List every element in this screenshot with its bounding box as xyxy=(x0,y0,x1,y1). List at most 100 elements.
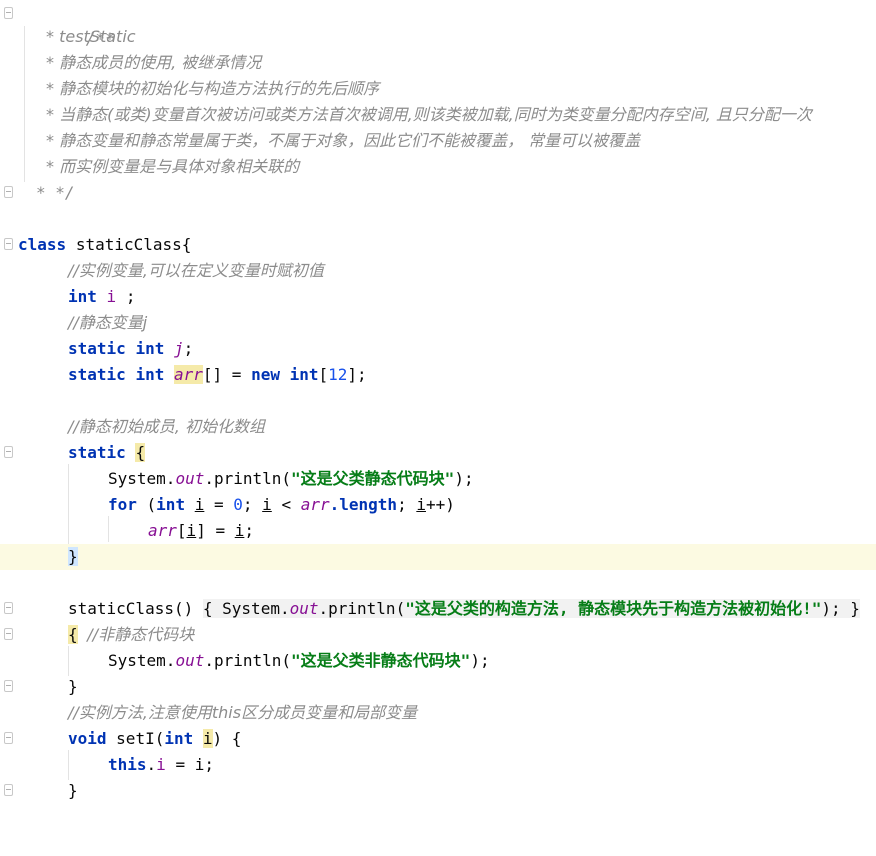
code-line[interactable]: } xyxy=(0,778,876,804)
code-editor[interactable]: /** * testStatic * 静态成员的使用, 被继承情况 * 静态模块… xyxy=(0,0,876,804)
code-text: .println( xyxy=(204,469,292,488)
code-line[interactable]: System.out.println("这是父类静态代码块"); xyxy=(0,466,876,492)
code-line[interactable]: * 当静态(或类)变量首次被访问或类方法首次被调用,则该类被加载,同时为类变量分… xyxy=(0,102,876,128)
keyword: int xyxy=(164,729,194,748)
code-line[interactable]: } xyxy=(0,674,876,700)
line-comment: //实例变量,可以在定义变量时赋初值 xyxy=(68,261,324,280)
keyword: class xyxy=(18,235,67,254)
code-text: ); xyxy=(470,651,490,670)
code-text: . xyxy=(146,755,157,774)
code-line[interactable]: /** xyxy=(0,0,876,48)
code-line[interactable]: int i ; xyxy=(0,284,876,310)
close-brace: } xyxy=(68,781,78,800)
semicolon: ; xyxy=(125,287,136,306)
field-arr: arr xyxy=(173,365,203,384)
string-literal: "这是父类非静态代码块" xyxy=(291,651,471,670)
code-line[interactable]: System.out.println("这是父类非静态代码块"); xyxy=(0,648,876,674)
code-line[interactable]: //静态初始成员, 初始化数组 xyxy=(0,414,876,440)
code-text: ]; xyxy=(347,365,367,384)
code-line[interactable]: static int arr[] = new int[12]; xyxy=(0,362,876,388)
code-line[interactable]: staticClass() { System.out.println("这是父类… xyxy=(0,596,876,622)
doc-comment-line: * 静态模块的初始化与构造方法执行的先后顺序 xyxy=(46,79,380,98)
semicolon: ; xyxy=(244,521,254,540)
number-literal: 0 xyxy=(233,495,243,514)
code-text: = xyxy=(165,755,195,774)
close-brace: } xyxy=(68,547,78,566)
keyword: this xyxy=(108,755,147,774)
code-line[interactable]: * 静态变量和静态常量属于类，不属于对象，因此它们不能被覆盖， 常量可以被覆盖 xyxy=(0,128,876,154)
code-text: System. xyxy=(108,651,176,670)
code-line[interactable]: void setI(int i) { xyxy=(0,726,876,752)
line-comment: //实例方法,注意使用this区分成员变量和局部变量 xyxy=(68,703,418,722)
code-text: ; xyxy=(397,495,417,514)
code-text: System. xyxy=(108,469,176,488)
field-i: i xyxy=(156,755,166,774)
code-text: ] = xyxy=(196,521,235,540)
code-line[interactable]: arr[i] = i; xyxy=(0,518,876,544)
code-line[interactable]: * 静态模块的初始化与构造方法执行的先后顺序 xyxy=(0,76,876,102)
loop-var: i xyxy=(234,521,245,540)
field-arr: arr xyxy=(148,521,177,540)
field-i: i xyxy=(106,287,117,306)
keyword: int xyxy=(68,287,97,306)
code-text: ) { xyxy=(212,729,242,748)
number-literal: 12 xyxy=(328,365,348,384)
folded-block[interactable]: { System.out.println("这是父类的构造方法, 静态模块先于构… xyxy=(202,599,860,618)
code-text: ); xyxy=(821,599,841,618)
doc-comment-line: * 而实例变量是与具体对象相关联的 xyxy=(46,157,300,176)
code-text: ); xyxy=(454,469,474,488)
doc-comment-close: * */ xyxy=(36,183,75,202)
line-comment: //非静态代码块 xyxy=(87,625,195,644)
code-line[interactable]: //实例变量,可以在定义变量时赋初值 xyxy=(0,258,876,284)
string-literal: "这是父类的构造方法, 静态模块先于构造方法被初始化!" xyxy=(405,599,822,618)
close-brace: } xyxy=(68,677,78,696)
keyword: static xyxy=(68,339,126,358)
field-out: out xyxy=(289,599,319,618)
code-line[interactable]: * */ xyxy=(0,180,876,206)
keyword: new xyxy=(251,365,280,384)
param-i: i xyxy=(194,755,205,774)
method-name: setI( xyxy=(116,729,165,748)
code-line[interactable]: class staticClass{ xyxy=(0,232,876,258)
code-text: = xyxy=(204,495,234,514)
keyword: int xyxy=(289,365,319,384)
field-out: out xyxy=(175,469,205,488)
code-line[interactable]: //实例方法,注意使用this区分成员变量和局部变量 xyxy=(0,700,876,726)
code-text: [ xyxy=(318,365,329,384)
keyword: void xyxy=(68,729,107,748)
code-line[interactable]: this.i = i; xyxy=(0,752,876,778)
doc-comment-line: * 静态变量和静态常量属于类，不属于对象，因此它们不能被覆盖， 常量可以被覆盖 xyxy=(46,131,641,150)
code-text: [] = xyxy=(202,365,252,384)
field-out: out xyxy=(175,651,205,670)
code-line[interactable]: static int j; xyxy=(0,336,876,362)
class-name: staticClass{ xyxy=(75,235,192,254)
open-brace: { xyxy=(202,599,213,618)
code-line[interactable]: * 静态成员的使用, 被继承情况 xyxy=(0,50,876,76)
loop-var: i xyxy=(194,495,205,514)
open-brace: { xyxy=(135,443,146,462)
field-arr: arr xyxy=(300,495,330,514)
keyword: int xyxy=(135,339,165,358)
close-brace: } xyxy=(850,599,860,618)
code-line[interactable]: for (int i = 0; i < arr.length; i++) xyxy=(0,492,876,518)
loop-var: i xyxy=(416,495,426,514)
code-text: System. xyxy=(222,599,290,618)
keyword: static xyxy=(68,365,126,384)
code-line[interactable]: * 而实例变量是与具体对象相关联的 xyxy=(0,154,876,180)
code-line[interactable]: //静态变量j xyxy=(0,310,876,336)
keyword: int xyxy=(156,495,186,514)
string-literal: "这是父类静态代码块" xyxy=(291,469,455,488)
code-text: .println( xyxy=(204,651,292,670)
code-line[interactable]: * testStatic xyxy=(0,24,876,50)
loop-var: i xyxy=(262,495,272,514)
loop-var: i xyxy=(186,521,197,540)
code-line[interactable]: { //非静态代码块 xyxy=(0,622,876,648)
field-j: j xyxy=(173,339,184,358)
code-text: [ xyxy=(176,521,187,540)
code-text: ( xyxy=(136,495,157,514)
code-text: .println( xyxy=(318,599,406,618)
code-text: < xyxy=(271,495,301,514)
doc-comment-line: * 当静态(或类)变量首次被访问或类方法首次被调用,则该类被加载,同时为类变量分… xyxy=(46,105,812,124)
code-line[interactable]: static { xyxy=(0,440,876,466)
current-line[interactable]: } xyxy=(0,544,876,570)
